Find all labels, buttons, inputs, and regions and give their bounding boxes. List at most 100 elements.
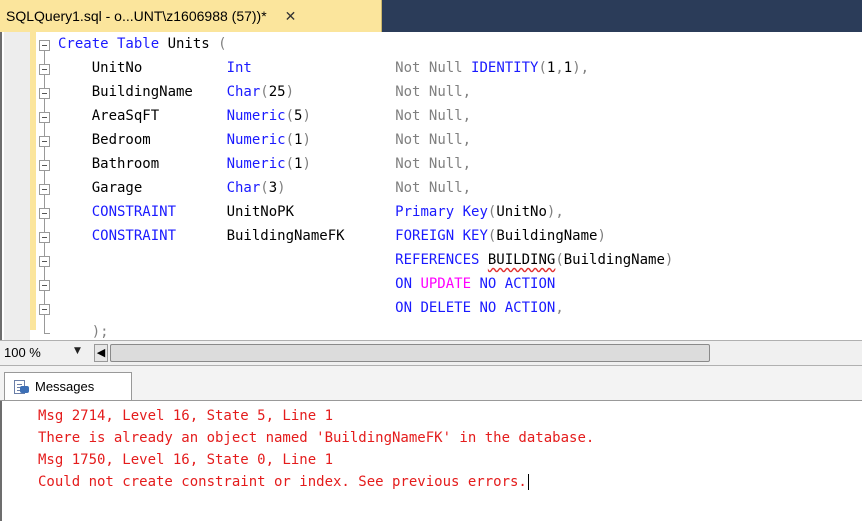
tab-messages-label: Messages (35, 379, 95, 394)
tab-sqlquery1[interactable]: SQLQuery1.sql - o...UNT\z1606988 (57))* … (0, 0, 382, 32)
tab-title: SQLQuery1.sql - o...UNT\z1606988 (57))* (6, 8, 267, 24)
code-token: Char (226, 180, 261, 196)
code-token: ( (538, 60, 547, 76)
code-line[interactable]: Bathroom Numeric(1) Not Null, (58, 153, 471, 175)
code-line[interactable]: CONSTRAINT BuildingNameFK FOREIGN KEY(Bu… (58, 225, 606, 247)
code-token: ) (277, 180, 286, 196)
code-token: Not Null, (395, 132, 472, 148)
messages-border (0, 401, 2, 521)
code-token: ) (664, 252, 674, 268)
message-text: Could not create constraint or index. Se… (38, 474, 527, 490)
code-token: CONSTRAINT (58, 228, 227, 244)
editor-border (0, 32, 2, 340)
document-tab-bar: SQLQuery1.sql - o...UNT\z1606988 (57))* … (0, 0, 862, 32)
collapse-icon[interactable] (39, 280, 50, 291)
code-line[interactable]: ON DELETE NO ACTION, (58, 297, 564, 319)
code-line[interactable]: ON UPDATE NO ACTION (58, 273, 555, 295)
code-line[interactable]: AreaSqFT Numeric(5) Not Null, (58, 105, 471, 127)
code-token: 1 (563, 60, 573, 76)
code-token: ) (597, 228, 606, 244)
code-token: BuildingName (563, 252, 665, 268)
code-line[interactable]: Create Table Units ( (58, 33, 227, 55)
code-token: , (555, 300, 564, 316)
horizontal-scrollbar-thumb[interactable] (110, 344, 710, 362)
code-line[interactable]: Garage Char(3) Not Null, (58, 177, 471, 199)
code-token: UnitNo (496, 204, 547, 220)
collapse-icon[interactable] (39, 112, 50, 123)
code-token: ); (58, 324, 109, 340)
code-token: ) (285, 84, 295, 100)
code-token: Not Null, (395, 156, 472, 172)
code-token: Not Null, (395, 84, 472, 100)
message-line: Msg 2714, Level 16, State 5, Line 1 (38, 408, 334, 424)
collapse-icon[interactable] (39, 64, 50, 75)
code-token: BUILDING (487, 252, 556, 268)
code-line[interactable]: Bedroom Numeric(1) Not Null, (58, 129, 471, 151)
code-token: ), (546, 204, 564, 220)
code-token: REFERENCES (395, 252, 488, 268)
code-token: ) (302, 108, 311, 124)
messages-icon (13, 379, 29, 394)
code-token: NO ACTION (471, 276, 556, 292)
code-token: Int (226, 60, 252, 76)
collapse-icon[interactable] (39, 88, 50, 99)
editor-status-row: 100 % ▼ ◀ (0, 340, 862, 366)
message-line: There is already an object named 'Buildi… (38, 430, 595, 446)
scroll-left-button[interactable]: ◀ (94, 344, 108, 362)
collapse-icon[interactable] (39, 184, 50, 195)
text-caret (527, 474, 529, 490)
code-token: Primary Key (395, 204, 488, 220)
code-token: Not Null (395, 60, 472, 76)
collapse-icon[interactable] (39, 256, 50, 267)
code-token: ON DELETE NO ACTION (395, 300, 556, 316)
collapse-icon[interactable] (39, 232, 50, 243)
code-line[interactable]: CONSTRAINT UnitNoPK Primary Key(UnitNo), (58, 201, 564, 223)
code-token: 3 (268, 180, 278, 196)
code-line[interactable]: BuildingName Char(25) Not Null, (58, 81, 471, 103)
code-token: Bedroom (58, 132, 227, 148)
collapse-icon[interactable] (39, 40, 50, 51)
code-token: ( (285, 108, 295, 124)
code-line[interactable]: ); (58, 321, 109, 340)
code-token: Numeric (226, 156, 286, 172)
code-token: ( (218, 36, 227, 52)
code-token: 25 (268, 84, 286, 100)
code-token: Not Null, (395, 108, 472, 124)
close-icon[interactable]: ✕ (285, 8, 297, 25)
collapse-icon[interactable] (39, 304, 50, 315)
code-token: Not Null, (395, 180, 472, 196)
code-token: , (555, 60, 564, 76)
query-editor[interactable]: Create Table Units ( UnitNo Int Not Null… (0, 32, 862, 340)
code-token: ) (302, 132, 311, 148)
code-token: UPDATE (420, 276, 472, 292)
code-token: BuildingNameFK (226, 228, 396, 244)
collapse-icon[interactable] (39, 208, 50, 219)
results-tab-row: Messages (0, 366, 862, 400)
code-token: CONSTRAINT (58, 204, 227, 220)
collapse-icon[interactable] (39, 160, 50, 171)
code-token: BuildingName (58, 84, 227, 100)
code-token: ( (260, 84, 269, 100)
chevron-down-icon[interactable]: ▼ (74, 346, 81, 356)
messages-pane[interactable]: Msg 2714, Level 16, State 5, Line 1 Ther… (0, 400, 862, 521)
message-line: Msg 1750, Level 16, State 0, Line 1 (38, 452, 334, 468)
code-token: Units (167, 36, 219, 52)
code-line[interactable]: REFERENCES BUILDING(BuildingName) (58, 249, 673, 271)
tab-messages[interactable]: Messages (4, 372, 132, 400)
code-token: UnitNo (58, 60, 227, 76)
code-token: Numeric (226, 108, 286, 124)
collapse-icon[interactable] (39, 136, 50, 147)
code-token: ( (555, 252, 564, 268)
code-token: ), (572, 60, 590, 76)
code-token: ( (285, 132, 295, 148)
code-line[interactable]: UnitNo Int Not Null IDENTITY(1,1), (58, 57, 589, 79)
code-token: ( (285, 156, 295, 172)
zoom-level[interactable]: 100 % (4, 345, 41, 360)
outlining-margin (36, 32, 56, 340)
